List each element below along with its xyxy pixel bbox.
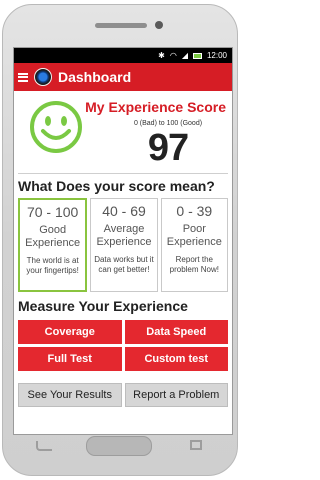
status-time: 12:00 xyxy=(206,51,227,60)
card-range: 70 - 100 xyxy=(26,204,79,220)
smiley-face-icon xyxy=(30,101,82,153)
card-label-line2: Experience xyxy=(25,237,81,249)
score-value: 97 xyxy=(147,127,189,169)
score-card-good: 70 - 100 Good Experience The world is at… xyxy=(18,198,88,292)
speaker-grille xyxy=(95,23,147,28)
bluetooth-icon: ✱ xyxy=(158,51,165,60)
app-bar-title: Dashboard xyxy=(58,69,132,85)
score-meaning-cards: 70 - 100 Good Experience The world is at… xyxy=(14,196,232,292)
card-label-line1: Good xyxy=(39,224,67,236)
back-key-icon[interactable] xyxy=(36,441,52,451)
data-speed-button[interactable]: Data Speed xyxy=(124,320,228,344)
hamburger-menu-icon[interactable] xyxy=(18,72,28,82)
card-range: 0 - 39 xyxy=(176,203,213,219)
phone-frame: ✱ ◠ ◢ 12:00 Dashboard My Experience Scor… xyxy=(2,4,238,476)
card-description: Data works but it can get better! xyxy=(91,255,156,275)
home-button[interactable] xyxy=(86,436,152,456)
custom-test-button[interactable]: Custom test xyxy=(124,347,228,371)
menu-key-icon[interactable] xyxy=(190,440,202,450)
meaning-heading: What Does your score mean? xyxy=(18,178,215,194)
card-label: Good Experience xyxy=(20,224,85,250)
card-description: Report the problem Now! xyxy=(162,255,227,275)
measure-heading: Measure Your Experience xyxy=(18,298,188,314)
card-range: 40 - 69 xyxy=(102,203,146,219)
coverage-button[interactable]: Coverage xyxy=(18,320,122,344)
measure-buttons: Coverage Data Speed Full Test Custom tes… xyxy=(14,317,232,371)
bottom-actions: See Your Results Report a Problem xyxy=(14,383,232,407)
score-section: My Experience Score 0 (Bad) to 100 (Good… xyxy=(14,91,232,173)
full-test-button[interactable]: Full Test xyxy=(18,347,122,371)
card-label-line2: Experience xyxy=(96,236,152,248)
card-desc-line1: Report the xyxy=(175,255,213,264)
battery-icon xyxy=(192,52,202,59)
score-card-average: 40 - 69 Average Experience Data works bu… xyxy=(90,198,158,292)
card-label-line1: Average xyxy=(103,223,145,235)
card-desc-line2: problem Now! xyxy=(169,265,219,274)
card-desc-line2: your fingertips! xyxy=(26,266,79,275)
wifi-icon: ◠ xyxy=(169,51,177,60)
score-title: My Experience Score xyxy=(85,99,226,115)
app-bar: Dashboard xyxy=(14,63,232,91)
signal-icon: ◢ xyxy=(181,51,188,60)
card-desc-line2: can get better! xyxy=(98,265,150,274)
score-card-poor: 0 - 39 Poor Experience Report the proble… xyxy=(160,198,228,292)
report-problem-button[interactable]: Report a Problem xyxy=(124,383,228,407)
card-description: The world is at your fingertips! xyxy=(20,256,85,276)
status-bar: ✱ ◠ ◢ 12:00 xyxy=(14,48,232,63)
card-label: Average Experience xyxy=(91,223,156,249)
card-label-line1: Poor xyxy=(182,223,206,235)
phone-screen: ✱ ◠ ◢ 12:00 Dashboard My Experience Scor… xyxy=(13,47,233,435)
score-range-text: 0 (Bad) to 100 (Good) xyxy=(133,120,203,127)
card-label-line2: Experience xyxy=(166,236,222,248)
front-camera xyxy=(155,21,163,29)
app-logo-icon xyxy=(34,68,52,86)
see-results-button[interactable]: See Your Results xyxy=(18,383,122,407)
card-label: Poor Experience xyxy=(162,223,227,249)
card-desc-line1: Data works but it xyxy=(94,255,154,264)
card-desc-line1: The world is at xyxy=(26,256,79,265)
